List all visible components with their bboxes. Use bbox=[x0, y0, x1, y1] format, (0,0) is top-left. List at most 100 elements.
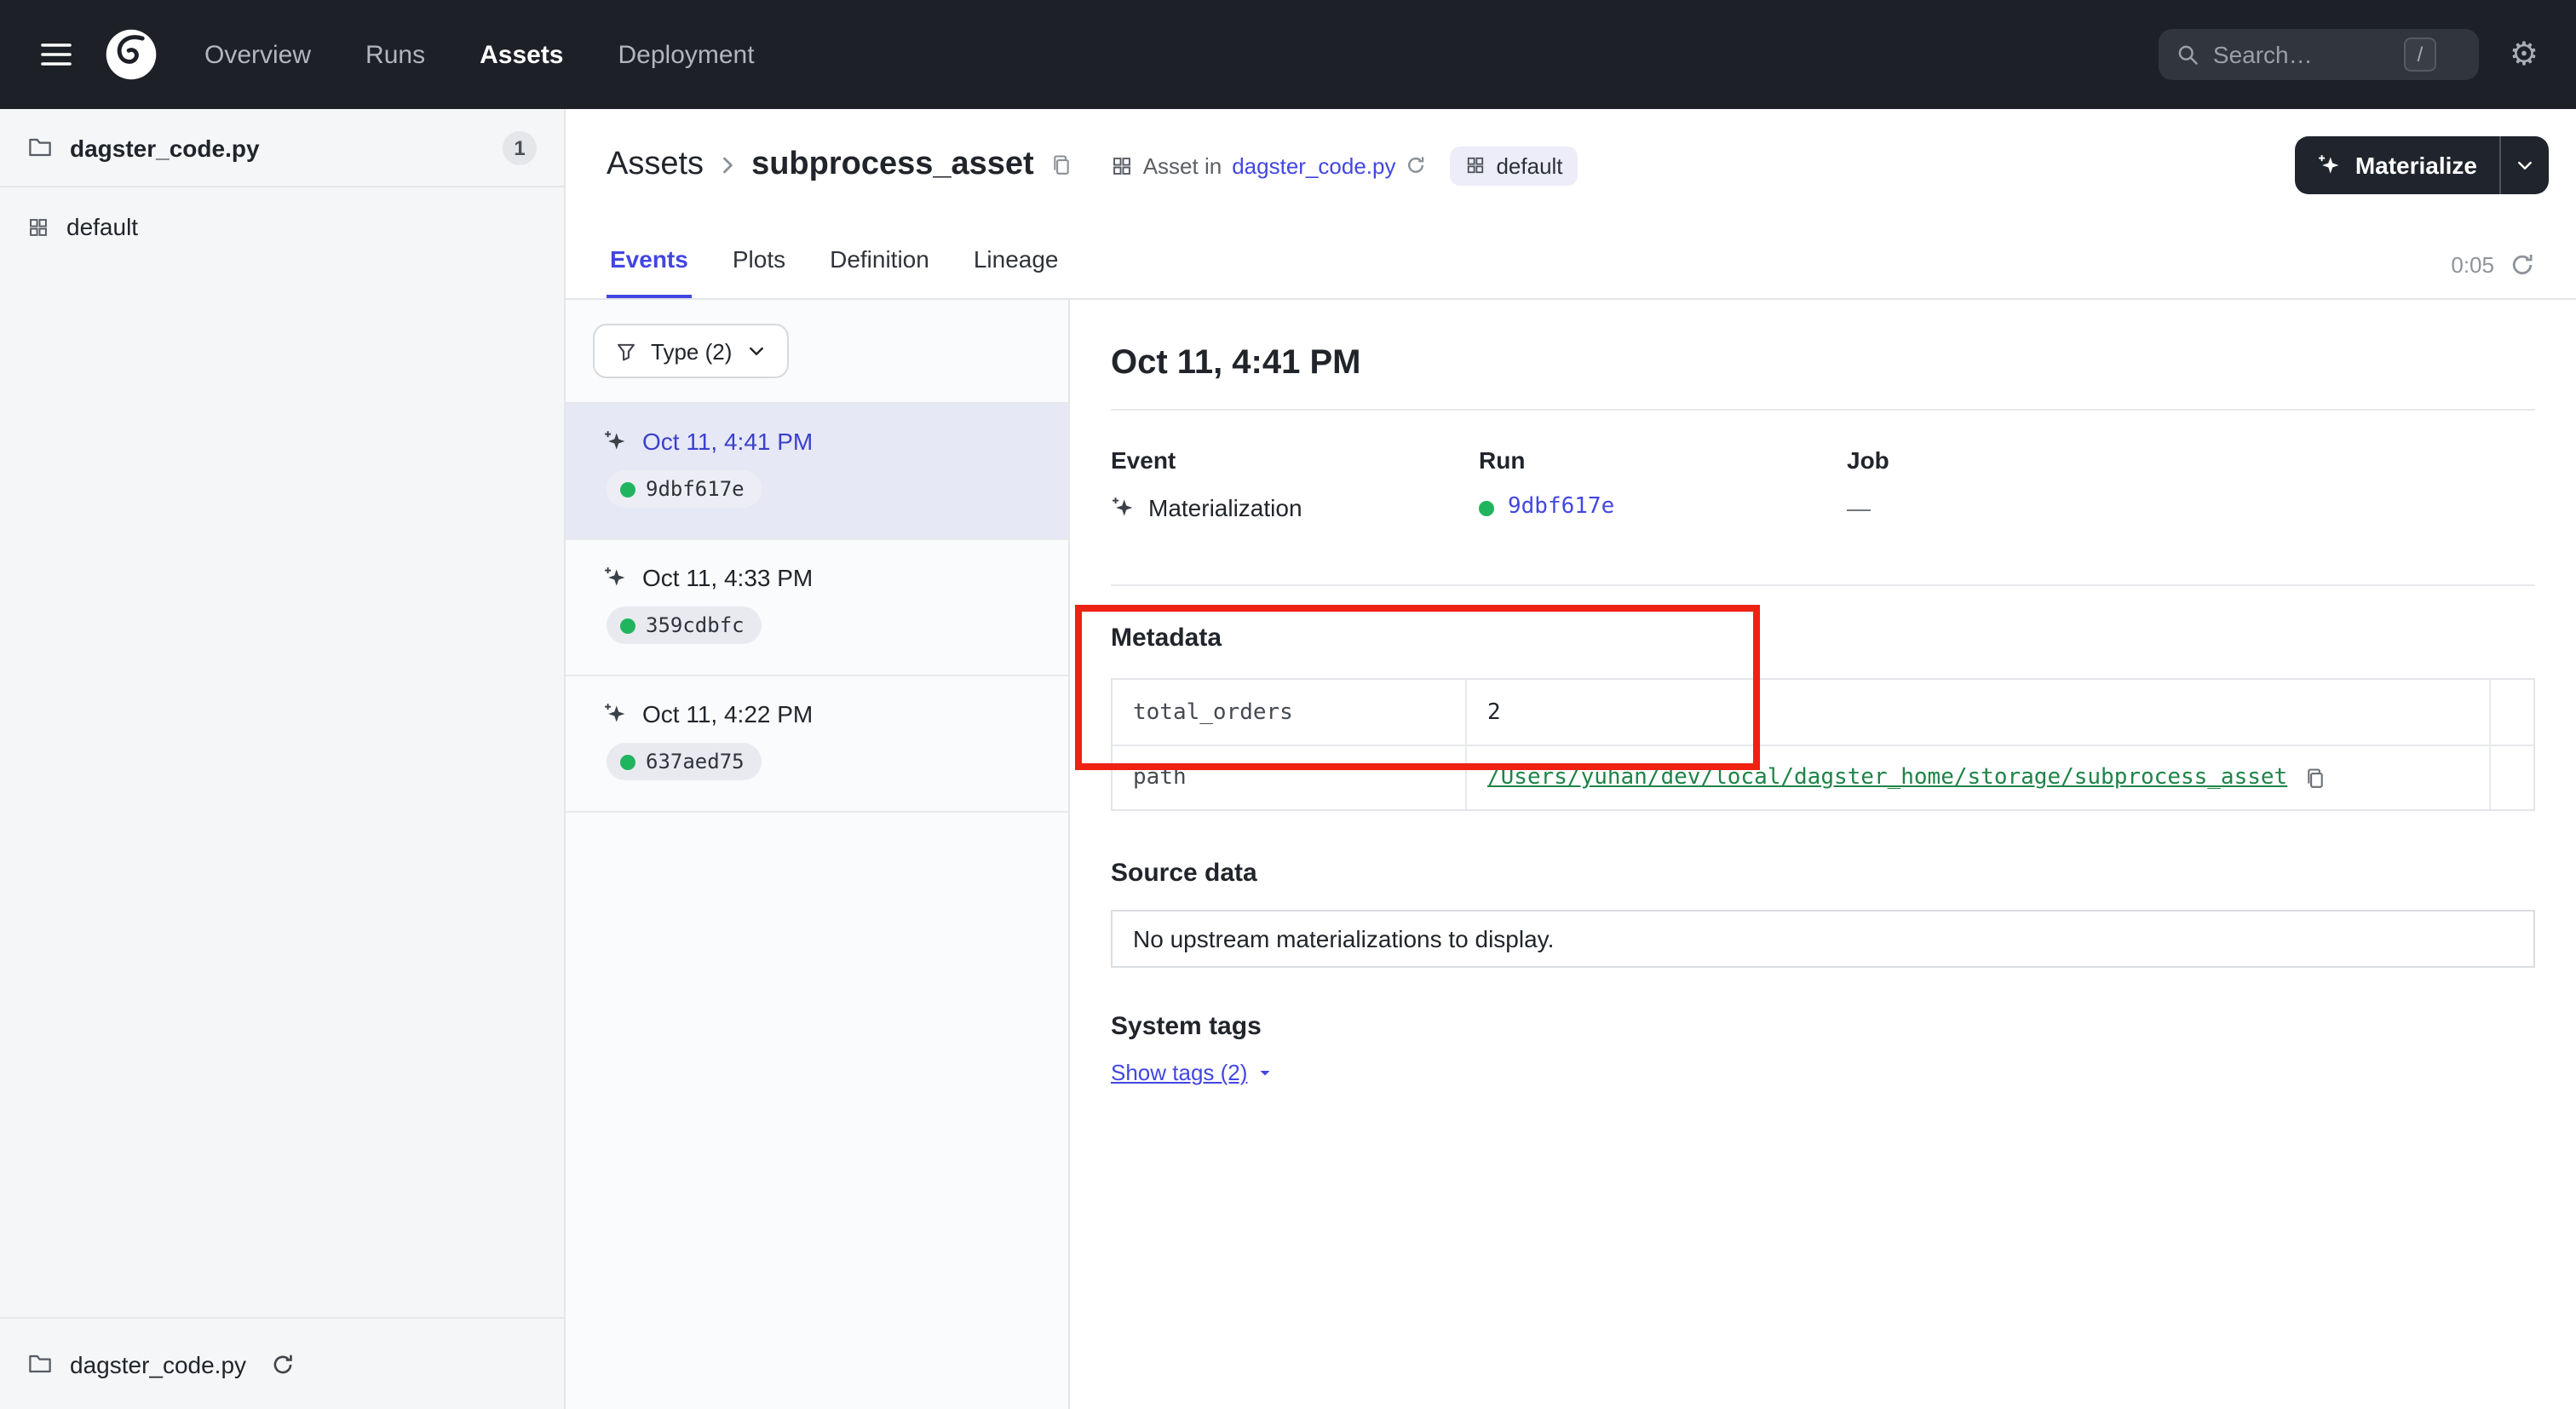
search-input[interactable] bbox=[2213, 41, 2390, 68]
refresh-icon[interactable] bbox=[2510, 252, 2535, 278]
field-label: Event bbox=[1111, 445, 1479, 475]
event-detail-heading: Oct 11, 4:41 PM bbox=[1111, 341, 2535, 385]
job-empty-value: — bbox=[1847, 492, 1871, 523]
type-filter-label: Type (2) bbox=[651, 338, 732, 364]
top-nav: Overview Runs Assets Deployment / ⚙︎ bbox=[0, 0, 2576, 109]
search-box[interactable]: / bbox=[2159, 29, 2479, 80]
tab-events[interactable]: Events bbox=[607, 228, 692, 298]
source-data-empty-message: No upstream materializations to display. bbox=[1133, 925, 1554, 952]
table-grid-icon bbox=[1111, 154, 1133, 176]
asset-tabs: Events Plots Definition Lineage 0:05 bbox=[607, 228, 2549, 298]
divider bbox=[1111, 584, 2535, 586]
sidebar-item-default-group[interactable]: default bbox=[0, 187, 564, 266]
copy-icon[interactable] bbox=[1049, 153, 1073, 177]
chevron-down-icon bbox=[745, 341, 766, 361]
sidebar-item-code-location[interactable]: dagster_code.py 1 bbox=[0, 109, 564, 187]
table-row: total_orders 2 bbox=[1113, 680, 2533, 745]
breadcrumb-assets-link[interactable]: Assets bbox=[607, 147, 704, 184]
event-list-item[interactable]: Oct 11, 4:33 PM 359cdbfc bbox=[566, 540, 1068, 676]
repo-grid-icon bbox=[1465, 155, 1486, 175]
run-id: 9dbf617e bbox=[646, 477, 745, 501]
caret-down-icon bbox=[1256, 1063, 1274, 1082]
reload-icon[interactable] bbox=[1406, 155, 1426, 175]
dagster-logo[interactable] bbox=[102, 26, 160, 83]
tab-definition[interactable]: Definition bbox=[826, 228, 933, 298]
run-status-dot bbox=[1479, 500, 1494, 515]
show-tags-label: Show tags (2) bbox=[1111, 1060, 1247, 1085]
run-id-chip[interactable]: 9dbf617e bbox=[607, 470, 762, 508]
asset-chip-code-location-link[interactable]: dagster_code.py bbox=[1232, 152, 1395, 178]
primary-nav: Overview Runs Assets Deployment bbox=[204, 40, 755, 69]
event-timestamp: Oct 11, 4:41 PM bbox=[642, 428, 813, 455]
system-tags-heading: System tags bbox=[1111, 1012, 2535, 1043]
nav-item-overview[interactable]: Overview bbox=[204, 40, 311, 69]
refresh-elapsed: 0:05 bbox=[2451, 252, 2494, 278]
event-timestamp: Oct 11, 4:22 PM bbox=[642, 700, 813, 728]
field-job: Job — bbox=[1847, 445, 2215, 523]
sidebar-item-label: default bbox=[66, 213, 138, 240]
field-label: Job bbox=[1847, 445, 2215, 475]
event-timestamp: Oct 11, 4:33 PM bbox=[642, 564, 813, 591]
metadata-table: total_orders 2 path /Users/yuhan/dev/loc… bbox=[1111, 678, 2535, 811]
refresh-timer: 0:05 bbox=[2451, 252, 2549, 298]
show-tags-toggle[interactable]: Show tags (2) bbox=[1111, 1060, 1274, 1085]
field-label: Run bbox=[1479, 445, 1847, 475]
run-id-chip[interactable]: 359cdbfc bbox=[607, 607, 762, 644]
repo-grid-icon bbox=[27, 216, 49, 238]
hamburger-menu-icon[interactable] bbox=[41, 43, 72, 66]
group-chip-label: default bbox=[1496, 152, 1562, 178]
run-status-dot bbox=[620, 754, 635, 769]
run-status-dot bbox=[620, 618, 635, 633]
events-list-panel: Type (2) Oct 11, 4:41 PM bbox=[566, 300, 1070, 1409]
sparkle-icon bbox=[2318, 153, 2342, 177]
nav-item-deployment[interactable]: Deployment bbox=[618, 40, 755, 69]
nav-item-assets[interactable]: Assets bbox=[480, 40, 563, 69]
run-id-chip[interactable]: 637aed75 bbox=[607, 743, 762, 780]
materialize-button[interactable]: Materialize bbox=[2296, 136, 2549, 194]
asset-chip-prefix: Asset in bbox=[1143, 152, 1222, 178]
metadata-heading: Metadata bbox=[1111, 624, 2535, 654]
tab-lineage[interactable]: Lineage bbox=[970, 228, 1062, 298]
page-title: subprocess_asset bbox=[751, 147, 1034, 184]
materialization-sparkle-icon bbox=[603, 566, 627, 589]
filter-funnel-icon bbox=[615, 340, 637, 362]
tab-plots[interactable]: Plots bbox=[729, 228, 789, 298]
folder-icon bbox=[27, 1351, 53, 1377]
type-filter-button[interactable]: Type (2) bbox=[593, 324, 788, 378]
sidebar-bottom-code-location[interactable]: dagster_code.py bbox=[0, 1317, 564, 1409]
source-data-empty-box: No upstream materializations to display. bbox=[1111, 910, 2535, 968]
field-run: Run 9dbf617e bbox=[1479, 445, 1847, 523]
nav-item-runs[interactable]: Runs bbox=[365, 40, 425, 69]
event-list-item[interactable]: Oct 11, 4:41 PM 9dbf617e bbox=[566, 404, 1068, 540]
event-list-item[interactable]: Oct 11, 4:22 PM 637aed75 bbox=[566, 676, 1068, 813]
search-icon bbox=[2176, 43, 2199, 66]
run-id-link[interactable]: 9dbf617e bbox=[1508, 492, 1614, 523]
divider bbox=[1111, 409, 2535, 411]
group-chip[interactable]: default bbox=[1450, 146, 1578, 185]
metadata-path-link[interactable]: /Users/yuhan/dev/local/dagster_home/stor… bbox=[1487, 765, 2287, 791]
run-id: 359cdbfc bbox=[646, 613, 745, 637]
reload-icon[interactable] bbox=[270, 1352, 294, 1376]
materialization-sparkle-icon bbox=[603, 702, 627, 726]
asset-header: Assets subprocess_asset Asset in dagster… bbox=[566, 109, 2576, 300]
field-event: Event Materialization bbox=[1111, 445, 1479, 523]
folder-icon bbox=[27, 135, 53, 160]
event-detail-panel: Oct 11, 4:41 PM Event Materialization bbox=[1070, 300, 2576, 1409]
copy-icon[interactable] bbox=[2303, 766, 2326, 790]
materialization-sparkle-icon bbox=[1111, 496, 1135, 520]
materialization-sparkle-icon bbox=[603, 429, 627, 453]
search-shortcut-key: / bbox=[2404, 37, 2436, 72]
source-data-heading: Source data bbox=[1111, 859, 2535, 889]
chevron-right-icon bbox=[716, 153, 739, 177]
materialize-button-label: Materialize bbox=[2355, 152, 2477, 179]
sidebar-item-label: dagster_code.py bbox=[70, 134, 260, 161]
gear-icon[interactable]: ⚙︎ bbox=[2510, 38, 2539, 71]
event-type-value: Materialization bbox=[1148, 492, 1302, 523]
materialize-dropdown-button[interactable] bbox=[2499, 136, 2549, 194]
metadata-key: total_orders bbox=[1113, 680, 1467, 745]
metadata-value: 2 bbox=[1487, 699, 1501, 725]
count-badge: 1 bbox=[503, 130, 537, 164]
run-status-dot bbox=[620, 481, 635, 497]
run-id: 637aed75 bbox=[646, 750, 745, 774]
table-row: path /Users/yuhan/dev/local/dagster_home… bbox=[1113, 745, 2533, 809]
